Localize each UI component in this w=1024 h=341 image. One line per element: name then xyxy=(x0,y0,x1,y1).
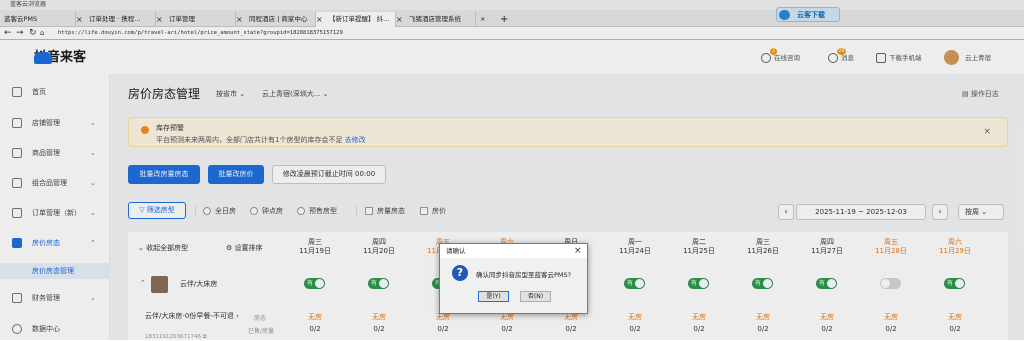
dialog-message: 确认同步抖音房型至蓝客云PMS? xyxy=(476,271,572,279)
question-icon: ? xyxy=(452,265,468,281)
no-button[interactable]: 否(N) xyxy=(520,291,551,302)
confirm-dialog: 请确认 × ? 确认同步抖音房型至蓝客云PMS? 是(Y) 否(N) xyxy=(439,243,588,314)
dialog-title: 请确认 xyxy=(446,247,466,255)
close-icon[interactable]: × xyxy=(574,245,582,257)
yes-button[interactable]: 是(Y) xyxy=(478,291,509,302)
